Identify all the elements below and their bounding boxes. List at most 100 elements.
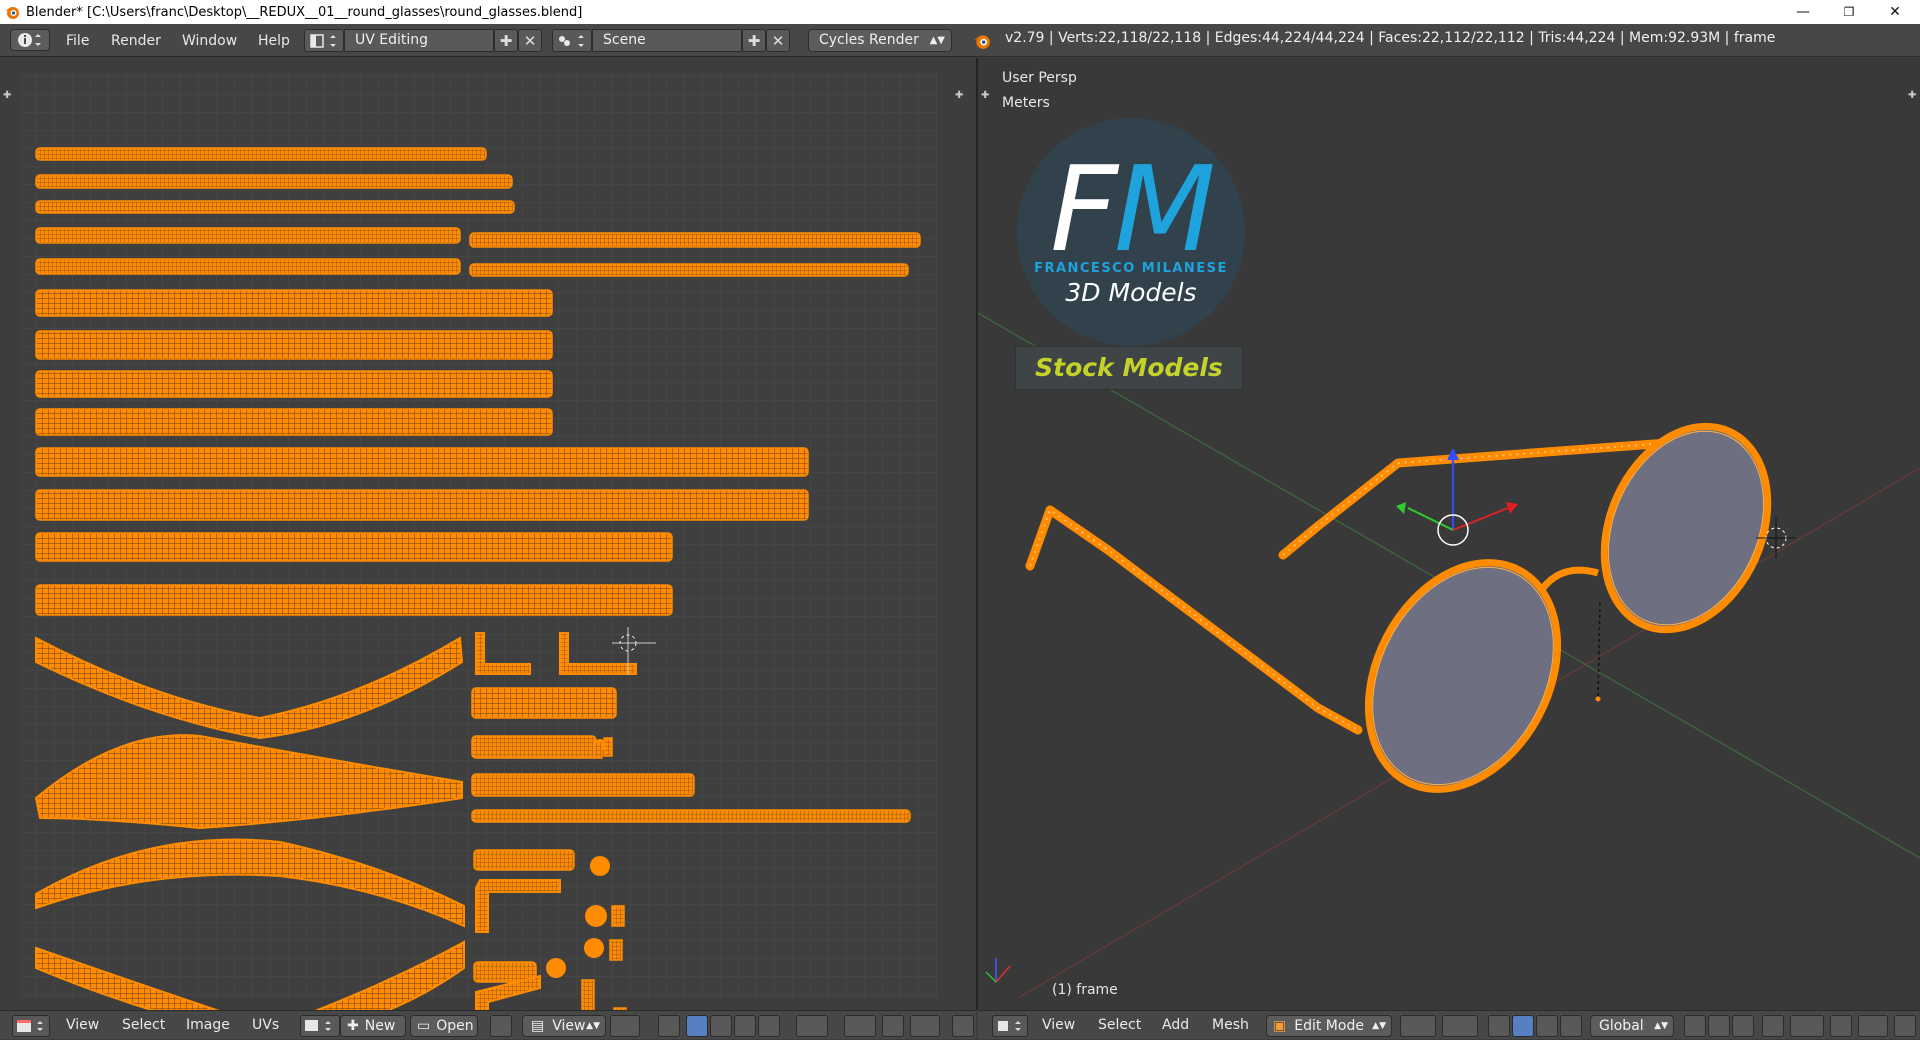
uv-island[interactable] [603,737,613,757]
menu-view[interactable]: View [66,1017,99,1033]
menu-help[interactable]: Help [258,30,290,52]
region-toggle-icon[interactable]: ✚ [1908,90,1916,101]
minimize-button[interactable]: — [1780,0,1826,24]
uv-island[interactable] [473,849,575,871]
snap-element-icon[interactable] [1858,1015,1888,1037]
pivot-icon[interactable] [610,1015,640,1037]
uv-island[interactable] [611,905,625,927]
face-select-icon[interactable] [734,1015,756,1037]
uv-island[interactable] [593,741,603,759]
proportional-edit-icon[interactable] [844,1015,876,1037]
uv-island[interactable] [35,532,673,562]
menu-view[interactable]: View [1042,1017,1075,1033]
uv-island[interactable] [35,227,461,244]
mode-dropdown[interactable]: ▣ Edit Mode ▲▼ [1266,1015,1392,1037]
uv-island[interactable] [35,200,515,214]
vertex-select-icon[interactable] [686,1015,708,1037]
menu-window[interactable]: Window [182,30,237,52]
vertex-select-icon[interactable] [1684,1015,1706,1037]
sticky-select-icon[interactable] [796,1015,828,1037]
uv-island[interactable] [471,809,911,823]
render-slot-icon[interactable] [952,1015,974,1037]
render-engine-dropdown[interactable]: Cycles Render ▲▼ [808,29,952,52]
menu-image[interactable]: Image [186,1017,230,1033]
pin-icon[interactable] [490,1015,512,1037]
screen-layout-field[interactable]: UV Editing [344,29,494,52]
menu-file[interactable]: File [66,30,89,52]
rotate-manipulator-icon[interactable] [1536,1015,1558,1037]
uv-island[interactable] [35,408,553,436]
uv-island[interactable] [35,258,461,275]
region-toggle-icon[interactable]: ✚ [3,90,11,101]
uv-island[interactable] [584,938,604,958]
manipulator-icon[interactable] [1488,1015,1510,1037]
scale-manipulator-icon[interactable] [1560,1015,1582,1037]
uv-island[interactable] [471,773,695,797]
translate-manipulator-icon[interactable] [1512,1015,1534,1037]
editor-type-button[interactable] [992,1015,1028,1037]
menu-select[interactable]: Select [1098,1017,1141,1033]
uv-island[interactable] [469,232,921,248]
uv-island[interactable] [35,147,487,161]
uv-island[interactable] [35,174,513,189]
menu-select[interactable]: Select [122,1017,165,1033]
uv-island[interactable] [35,489,809,521]
restore-button[interactable]: ❐ [1826,0,1872,24]
updown-arrows-icon: ▲▼ [1654,1021,1668,1031]
logo-tagline: 3D Models [1065,278,1197,307]
snap-icon[interactable] [1830,1015,1852,1037]
snap-icon[interactable] [882,1015,904,1037]
scene-field[interactable]: Scene [592,29,742,52]
edge-select-icon[interactable] [1708,1015,1730,1037]
image-browse-button[interactable] [300,1015,340,1037]
delete-scene-button[interactable]: ✕ [766,29,790,52]
uv-island[interactable] [585,905,607,927]
view-mode-dropdown[interactable]: ▤ View ▲▼ [522,1015,606,1037]
uv-island[interactable] [609,939,623,961]
menu-mesh[interactable]: Mesh [1212,1017,1249,1033]
scene-selector[interactable] [552,29,592,52]
uv-island[interactable] [546,958,566,978]
layer-icon[interactable] [1894,1015,1916,1037]
island-select-icon[interactable] [758,1015,780,1037]
open-image-button[interactable]: ▭ Open [410,1015,478,1037]
uv-island[interactable] [35,447,809,477]
menu-render[interactable]: Render [111,30,161,52]
add-scene-button[interactable]: ✚ [742,29,766,52]
uv-island[interactable] [35,370,553,398]
region-toggle-icon[interactable]: ✚ [955,90,963,101]
editor-type-info-button[interactable] [10,29,50,51]
uv-image-editor[interactable]: ✚ ✚ [0,58,976,1010]
screen-layout-selector[interactable] [304,29,344,52]
uv-island[interactable] [35,584,673,616]
add-screen-button[interactable]: ✚ [494,29,518,52]
limit-selection-icon[interactable] [1762,1015,1784,1037]
region-toggle-icon[interactable]: ✚ [981,90,989,101]
snap-target-icon[interactable] [910,1015,940,1037]
delete-screen-button[interactable]: ✕ [518,29,542,52]
origin-point [1595,696,1601,702]
editor-type-button[interactable] [12,1015,50,1037]
proportional-edit-icon[interactable] [1790,1015,1824,1037]
uv-island[interactable] [469,263,909,277]
edge-select-icon[interactable] [710,1015,732,1037]
uv-island[interactable] [471,687,617,719]
new-image-button[interactable]: ✚ New [340,1015,406,1037]
uv-island[interactable] [581,979,595,1010]
shading-sphere-icon[interactable] [1400,1015,1436,1037]
uv-island[interactable] [590,856,610,876]
folder-icon: ▭ [417,1018,431,1034]
uv-island[interactable] [471,735,597,759]
uv-island[interactable] [35,330,553,360]
orientation-dropdown[interactable]: Global ▲▼ [1590,1015,1674,1037]
face-select-icon[interactable] [1732,1015,1754,1037]
pivot-icon[interactable] [1442,1015,1478,1037]
menu-add[interactable]: Add [1162,1017,1189,1033]
info-header: File Render Window Help UV Editing ✚ ✕ S… [0,24,1920,57]
menu-uvs[interactable]: UVs [252,1017,279,1033]
close-button[interactable]: ✕ [1872,0,1918,24]
view-icon: ▤ [531,1018,545,1034]
uv-island[interactable] [35,289,553,317]
sync-selection-icon[interactable] [658,1015,680,1037]
uv-canvas[interactable]: ✚ ✚ [0,58,976,1010]
